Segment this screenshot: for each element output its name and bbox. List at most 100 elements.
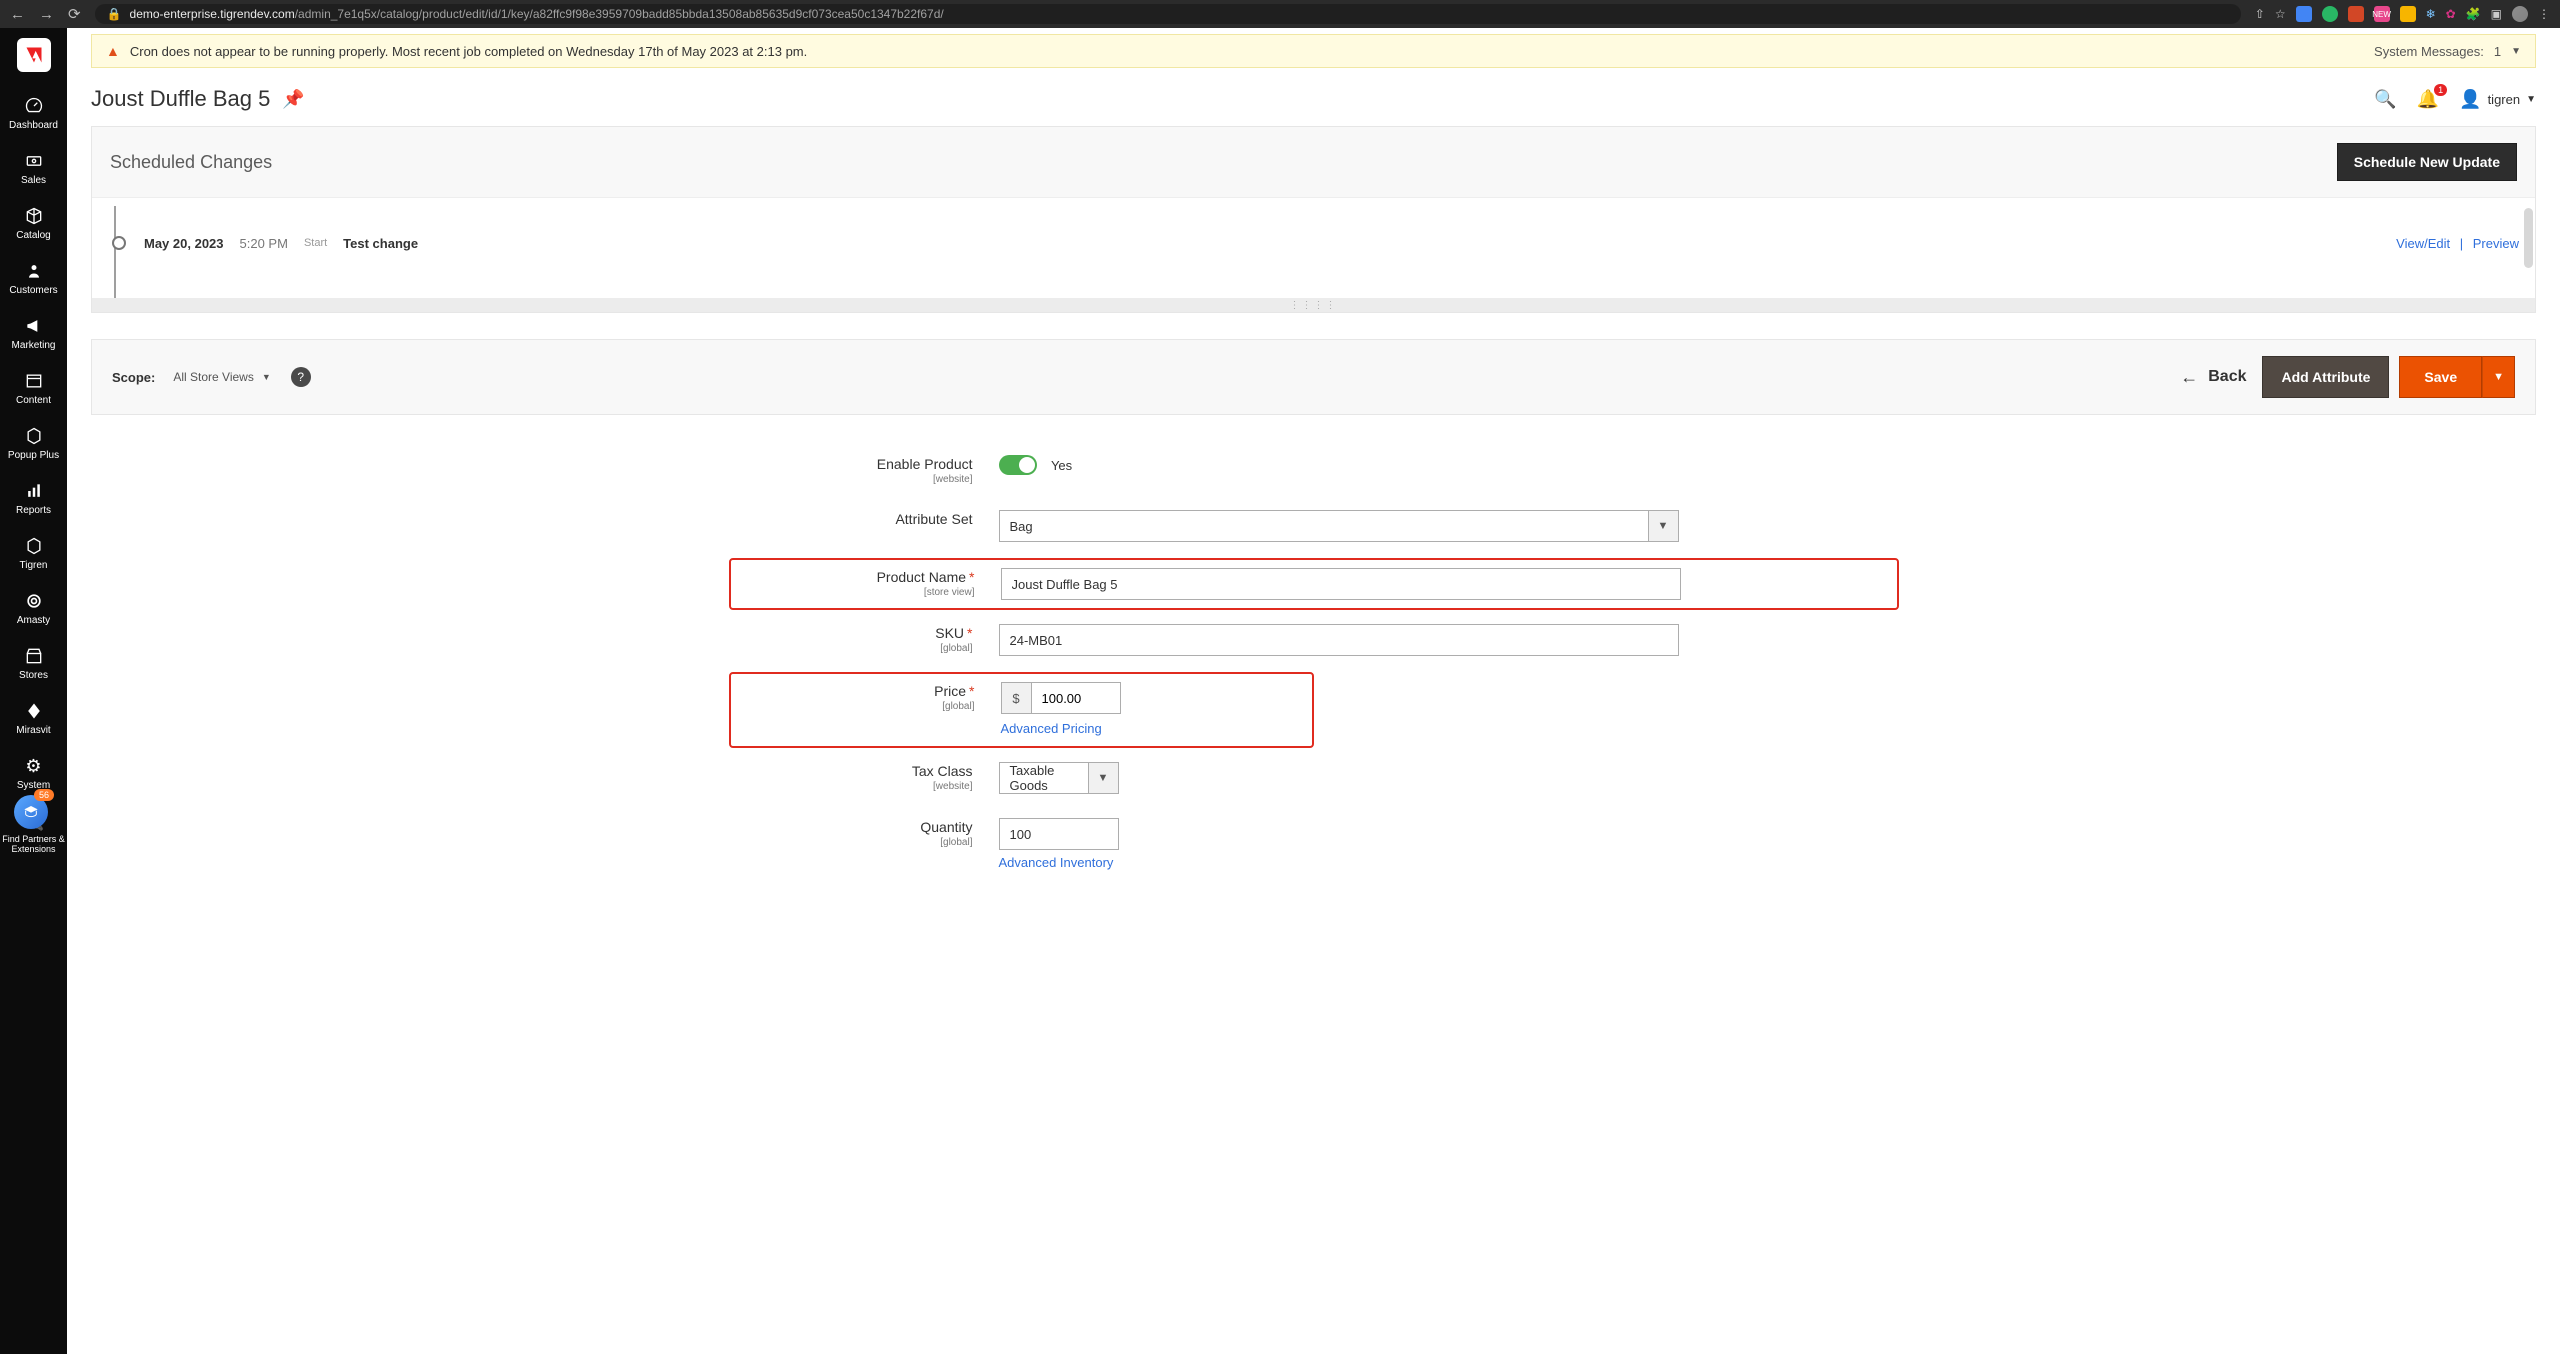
system-message-text: Cron does not appear to be running prope… [130, 44, 807, 59]
user-menu[interactable]: 👤 tigren ▼ [2459, 89, 2536, 110]
tax-class-select[interactable]: Taxable Goods ▼ [999, 762, 1119, 794]
warning-icon: ▲ [106, 43, 120, 59]
sidebar-item-dashboard[interactable]: Dashboard [0, 86, 67, 141]
ext-orange-icon[interactable] [2348, 6, 2364, 22]
diamond-icon [24, 701, 44, 721]
product-name-input[interactable] [1001, 568, 1681, 600]
schedule-new-update-button[interactable]: Schedule New Update [2337, 143, 2517, 181]
system-message-label: System Messages: [2374, 44, 2484, 59]
tax-hint: [website] [739, 780, 973, 793]
scope-label: Scope: [112, 370, 155, 385]
sidebar-item-sales[interactable]: Sales [0, 141, 67, 196]
sku-input[interactable] [999, 624, 1679, 656]
sidebar: Dashboard Sales Catalog Customers Market… [0, 28, 67, 1354]
name-hint: [store view] [741, 586, 975, 599]
scheduled-changes-panel: Scheduled Changes Schedule New Update Ma… [91, 126, 2536, 313]
back-label: Back [2208, 368, 2246, 386]
price-input[interactable] [1031, 682, 1121, 714]
attr-set-label: Attribute Set [895, 511, 972, 527]
ext-google-icon[interactable] [2296, 6, 2312, 22]
store-icon [24, 646, 44, 666]
sidebar-item-catalog[interactable]: Catalog [0, 196, 67, 251]
chevron-down-icon: ▼ [1088, 763, 1118, 793]
timeline-rail [114, 206, 116, 298]
attribute-set-select[interactable]: Bag ▼ [999, 510, 1679, 542]
required-mark: * [967, 625, 972, 641]
search-button[interactable]: 🔍 [2374, 89, 2396, 110]
row-tax-class: Tax Class [website] Taxable Goods ▼ [739, 762, 1889, 794]
browser-back-icon[interactable]: ← [10, 6, 25, 23]
gear-icon: ⚙ [25, 756, 41, 776]
ext-snow-icon[interactable]: ❄ [2426, 7, 2436, 21]
sidebar-item-customers[interactable]: Customers [0, 251, 67, 306]
app-logo[interactable] [17, 38, 51, 72]
browser-menu-icon[interactable]: ⋮ [2538, 7, 2550, 21]
browser-forward-icon[interactable]: → [39, 6, 54, 23]
separator: | [2460, 236, 2463, 251]
sidebar-item-stores[interactable]: Stores [0, 636, 67, 691]
ext-gear-icon[interactable]: ✿ [2446, 7, 2456, 21]
chevron-down-icon: ▼ [2526, 94, 2536, 105]
browser-extensions: ⇧ ☆ NEW ❄ ✿ 🧩 ▣ ⋮ [2255, 6, 2550, 22]
sidebar-item-partners[interactable]: 🔌Find Partners & Extensions 56 [0, 801, 67, 865]
enable-toggle[interactable] [999, 455, 1037, 475]
browser-chrome: ← → ⟳ 🔒 demo-enterprise.tigrendev.com/ad… [0, 0, 2560, 28]
notification-badge: 1 [2434, 84, 2447, 96]
sidebar-item-tigren[interactable]: Tigren [0, 526, 67, 581]
sidebar-item-marketing[interactable]: Marketing [0, 306, 67, 361]
row-advanced-inventory: Advanced Inventory [739, 854, 1889, 872]
add-attribute-button[interactable]: Add Attribute [2262, 356, 2389, 398]
star-icon[interactable]: ☆ [2275, 7, 2286, 21]
save-button[interactable]: Save [2399, 356, 2482, 398]
resize-handle[interactable]: ⋮⋮⋮⋮ [92, 298, 2535, 312]
tax-value: Taxable Goods [1000, 763, 1088, 793]
arrow-left-icon: ← [2180, 367, 2198, 388]
schedule-start-label: Start [304, 237, 327, 249]
browser-reload-icon[interactable]: ⟳ [68, 5, 81, 23]
sidebar-item-popup-plus[interactable]: Popup Plus [0, 416, 67, 471]
schedule-time: 5:20 PM [240, 236, 288, 251]
attr-set-value: Bag [1000, 519, 1648, 534]
ext-new-icon[interactable]: NEW [2374, 6, 2390, 22]
ext-puzzle-icon[interactable]: 🧩 [2466, 7, 2481, 21]
help-icon[interactable]: ? [291, 367, 311, 387]
row-quantity: Quantity [global] [739, 818, 1889, 850]
chevron-down-icon[interactable]: ▼ [2511, 46, 2521, 57]
save-dropdown-button[interactable]: ▼ [2482, 356, 2515, 398]
pin-icon[interactable]: 📌 [282, 89, 304, 110]
ext-yellow-icon[interactable] [2400, 6, 2416, 22]
currency-symbol: $ [1001, 682, 1031, 714]
required-mark: * [969, 569, 974, 585]
ring-icon [24, 591, 44, 611]
ext-green-icon[interactable] [2322, 6, 2338, 22]
sidebar-item-reports[interactable]: Reports [0, 471, 67, 526]
sidebar-item-content[interactable]: Content [0, 361, 67, 416]
row-sku: SKU* [global] [739, 624, 1889, 656]
advanced-inventory-link[interactable]: Advanced Inventory [999, 855, 1114, 870]
enable-hint: [website] [739, 473, 973, 486]
share-icon[interactable]: ⇧ [2255, 7, 2265, 21]
users-icon [24, 261, 44, 281]
panel-scrollbar[interactable] [2524, 208, 2533, 268]
url-host: demo-enterprise.tigrendev.com [130, 7, 295, 21]
scope-select[interactable]: All Store Views ▼ [173, 370, 270, 384]
scheduled-heading: Scheduled Changes [110, 152, 272, 173]
highlight-price: Price* [global] $ Adva [729, 672, 1314, 748]
sidebar-item-amasty[interactable]: Amasty [0, 581, 67, 636]
notifications-button[interactable]: 🔔 1 [2417, 89, 2439, 110]
ext-panel-icon[interactable]: ▣ [2491, 7, 2502, 21]
row-enable-product: Enable Product [website] Yes [739, 455, 1889, 486]
schedule-view-edit-link[interactable]: View/Edit [2396, 236, 2450, 251]
scope-value: All Store Views [173, 370, 253, 384]
sidebar-item-mirasvit[interactable]: Mirasvit [0, 691, 67, 746]
sku-hint: [global] [739, 642, 973, 655]
schedule-preview-link[interactable]: Preview [2473, 236, 2519, 251]
avatar-icon[interactable] [2512, 6, 2528, 22]
quantity-input[interactable] [999, 818, 1119, 850]
chart-icon [24, 481, 44, 501]
tax-label: Tax Class [912, 763, 973, 779]
advanced-pricing-link[interactable]: Advanced Pricing [1001, 721, 1102, 736]
back-button[interactable]: ← Back [2180, 367, 2246, 388]
url-bar[interactable]: 🔒 demo-enterprise.tigrendev.com/admin_7e… [95, 4, 2241, 24]
name-label: Product Name [877, 569, 966, 585]
